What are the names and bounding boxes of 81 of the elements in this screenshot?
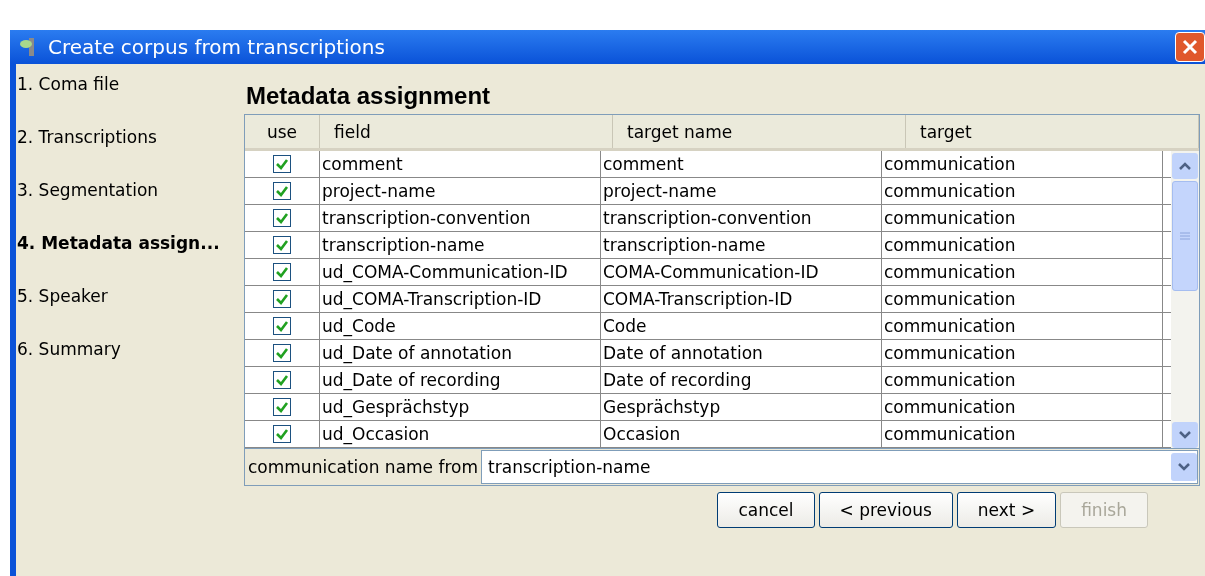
use-checkbox[interactable] — [273, 425, 291, 443]
table-cell: communication — [882, 151, 1163, 177]
chevron-down-icon — [1177, 462, 1191, 472]
scroll-up-button[interactable] — [1172, 153, 1198, 179]
table-cell: communication — [882, 313, 1163, 339]
table-cell: ud_Date of annotation — [320, 340, 601, 366]
window-title: Create corpus from transcriptions — [48, 35, 385, 59]
scrollbar-thumb[interactable] — [1172, 181, 1198, 291]
use-checkbox[interactable] — [273, 182, 291, 200]
checkmark-icon — [275, 184, 289, 198]
name-source-dropdown[interactable]: transcription-name — [481, 450, 1198, 484]
chevron-up-icon — [1178, 161, 1192, 171]
use-checkbox[interactable] — [273, 290, 291, 308]
table-cell: transcription-name — [320, 232, 601, 258]
table-cell: ud_COMA-Communication-ID — [320, 259, 601, 285]
checkmark-icon — [275, 238, 289, 252]
table-cell: Gesprächstyp — [601, 394, 882, 420]
table-cell: ud_Gesprächstyp — [320, 394, 601, 420]
table-cell: Occasion — [601, 421, 882, 447]
table-cell: COMA-Communication-ID — [601, 259, 882, 285]
checkmark-icon — [275, 157, 289, 171]
table-cell: communication — [882, 367, 1163, 393]
checkmark-icon — [275, 346, 289, 360]
field-label: communication name from — [247, 457, 480, 477]
table-cell: comment — [601, 151, 882, 177]
use-checkbox[interactable] — [273, 371, 291, 389]
checkmark-icon — [275, 211, 289, 225]
use-checkbox[interactable] — [273, 155, 291, 173]
table-cell: Date of recording — [601, 367, 882, 393]
table-cell: ud_Date of recording — [320, 367, 601, 393]
column-header[interactable]: target — [906, 115, 1199, 148]
column-header[interactable]: use — [245, 115, 320, 148]
table-cell: communication — [882, 205, 1163, 231]
table-cell: communication — [882, 259, 1163, 285]
grip-icon — [1180, 232, 1190, 240]
use-checkbox[interactable] — [273, 344, 291, 362]
checkmark-icon — [275, 292, 289, 306]
table-cell: communication — [882, 421, 1163, 447]
wizard-step[interactable]: 2. Transcriptions — [16, 127, 244, 180]
wizard-step[interactable]: 4. Metadata assign... — [16, 233, 244, 286]
checkmark-icon — [275, 427, 289, 441]
table-cell: communication — [882, 286, 1163, 312]
wizard-step[interactable]: 1. Coma file — [16, 74, 244, 127]
table-cell: project-name — [320, 178, 601, 204]
wizard-button[interactable]: < previous — [818, 492, 953, 528]
table-cell: communication — [882, 340, 1163, 366]
checkmark-icon — [275, 265, 289, 279]
wizard-step[interactable]: 3. Segmentation — [16, 180, 244, 233]
close-button[interactable] — [1175, 32, 1205, 62]
checkmark-icon — [275, 319, 289, 333]
use-checkbox[interactable] — [273, 263, 291, 281]
checkmark-icon — [275, 400, 289, 414]
table-cell: ud_Occasion — [320, 421, 601, 447]
table-cell: project-name — [601, 178, 882, 204]
table-cell: transcription-convention — [320, 205, 601, 231]
table-cell: transcription-name — [601, 232, 882, 258]
table-cell: ud_COMA-Transcription-ID — [320, 286, 601, 312]
table-cell: COMA-Transcription-ID — [601, 286, 882, 312]
table-cell: communication — [882, 232, 1163, 258]
use-checkbox[interactable] — [273, 209, 291, 227]
close-icon — [1181, 38, 1199, 56]
wizard-button[interactable]: next > — [956, 492, 1057, 528]
wizard-button[interactable]: cancel — [717, 492, 815, 528]
table-cell: communication — [882, 394, 1163, 420]
table-cell: Date of annotation — [601, 340, 882, 366]
chevron-down-icon — [1178, 430, 1192, 440]
section-heading: Metadata assignment — [246, 82, 492, 110]
table-cell: communication — [882, 178, 1163, 204]
checkmark-icon — [275, 373, 289, 387]
table-cell: ud_Code — [320, 313, 601, 339]
table-cell: Code — [601, 313, 882, 339]
table-cell: comment — [320, 151, 601, 177]
wizard-step[interactable]: 5. Speaker — [16, 286, 244, 339]
scroll-down-button[interactable] — [1172, 422, 1198, 448]
column-header[interactable]: field — [320, 115, 613, 148]
column-header[interactable]: target name — [613, 115, 906, 148]
wizard-step[interactable]: 6. Summary — [16, 339, 244, 392]
use-checkbox[interactable] — [273, 317, 291, 335]
use-checkbox[interactable] — [273, 398, 291, 416]
use-checkbox[interactable] — [273, 236, 291, 254]
table-cell: transcription-convention — [601, 205, 882, 231]
